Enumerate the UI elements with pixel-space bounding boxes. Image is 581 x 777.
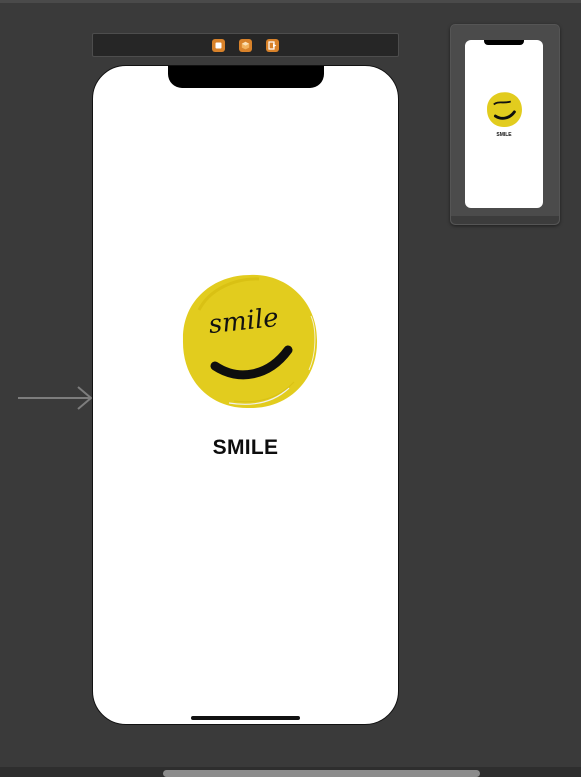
iphone-scene[interactable]: smile SMILE [92, 65, 399, 725]
minimap-footer [451, 216, 559, 224]
horizontal-scroll-thumb[interactable] [163, 770, 480, 777]
canvas-minimap[interactable]: SMILE [450, 24, 560, 225]
minimap-notch [484, 40, 524, 45]
view-controller-icon[interactable] [212, 38, 225, 52]
device-notch [168, 66, 324, 88]
minimap-smile-logo [487, 92, 522, 127]
smile-title-label: SMILE [212, 436, 279, 459]
storyboard-canvas[interactable]: smile SMILE SMILE [0, 0, 581, 777]
first-responder-icon[interactable] [239, 38, 252, 52]
home-indicator [191, 716, 300, 720]
smile-logo-image[interactable]: smile [179, 270, 321, 412]
minimap-scene-thumbnail[interactable]: SMILE [465, 40, 543, 208]
exit-icon[interactable] [266, 38, 279, 52]
scene-dock [92, 33, 399, 57]
minimap-title-label: SMILE [496, 132, 512, 138]
entry-point-arrow-icon[interactable] [18, 385, 94, 411]
horizontal-scrollbar[interactable] [0, 767, 581, 777]
